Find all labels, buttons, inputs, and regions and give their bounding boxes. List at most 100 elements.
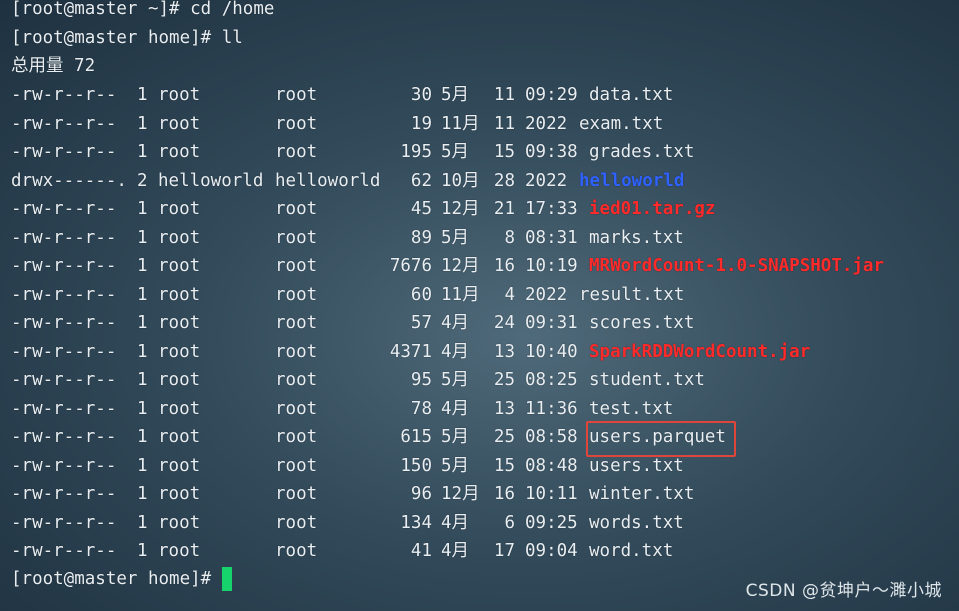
file-group: root [275,541,318,561]
terminal-window[interactable]: [root@master ~]# cd /home [root@master h… [0,0,959,611]
listing-row: -rw-r--r-- 1 root root 41 4月 17 09:04 word.txt [0,540,959,562]
file-name: grades.txt [589,142,695,162]
file-permissions: -rw-r--r-- [11,313,117,333]
file-permissions: -rw-r--r-- [11,256,117,276]
file-permissions: -rw-r--r-- [11,541,117,561]
file-day: 16 [493,484,515,504]
file-owner: root [158,313,201,333]
file-group: root [275,284,318,305]
link-count: 1 [137,512,148,533]
file-owner: root [158,398,201,419]
file-name: helloworld [579,170,685,191]
listing-row: -rw-r--r-- 1 root root 4371 4月 13 10:40 SparkRDD… [0,341,959,363]
listing-row: -rw-r--r-- 1 root root 95 5月 25 08:25 student.tx… [0,369,959,391]
file-permissions: drwx------. [11,170,127,191]
file-day: 11 [493,113,515,134]
file-size: 134 [400,512,432,533]
file-month: 11月 [441,113,480,134]
file-month: 5月 [441,370,470,390]
listing-row: -rw-r--r-- 1 root root 78 4月 13 11:36 test.txt [0,398,959,420]
listing-row: -rw-r--r-- 1 root root 30 5月 11 09:29 data.txt [0,84,959,106]
file-owner: root [158,427,201,447]
file-day: 6 [504,512,515,533]
file-month: 5月 [441,427,470,447]
file-group: root [275,427,318,447]
file-owner: root [158,284,201,305]
file-name: marks.txt [589,227,684,248]
file-day: 13 [493,398,515,419]
file-group: root [275,199,318,219]
file-permissions: -rw-r--r-- [11,370,117,390]
file-group: root [275,370,318,390]
link-count: 1 [137,341,148,362]
file-name: MRWordCount-1.0-SNAPSHOT.jar [589,256,885,276]
link-count: 1 [137,142,148,162]
file-time: 09:25 [525,512,578,533]
file-permissions: -rw-r--r-- [11,512,117,533]
file-size: 150 [400,455,432,476]
listing-row: -rw-r--r-- 1 root root 19 11月 11 2022 exam.txt [0,113,959,135]
file-month: 4月 [441,341,470,362]
file-month: 4月 [441,313,470,333]
file-name: data.txt [589,85,674,105]
link-count: 1 [137,541,148,561]
highlight-box [586,421,736,457]
file-month: 12月 [441,484,480,504]
file-owner: root [158,455,201,476]
file-group: root [275,398,318,419]
listing-row: -rw-r--r-- 1 root root 89 5月 8 08:31 marks.txt [0,227,959,249]
listing-row: -rw-r--r-- 1 root root 150 5月 15 08:48 users.txt [0,455,959,477]
file-time: 17:33 [525,199,578,219]
listing-row: -rw-r--r-- 1 root root 45 12月 21 17:33 ied01.tar… [0,198,959,220]
file-group: root [275,341,318,362]
file-month: 5月 [441,85,470,105]
file-time: 09:04 [525,541,578,561]
file-group: root [275,142,318,162]
file-owner: root [158,113,201,134]
total-line: 总用量 72 [11,56,96,76]
file-time: 08:48 [525,455,578,476]
file-month: 11月 [441,284,480,305]
file-permissions: -rw-r--r-- [11,341,117,362]
file-owner: root [158,370,201,390]
file-size: 89 [410,227,432,248]
link-count: 1 [137,370,148,390]
file-size: 95 [410,370,432,390]
file-day: 13 [493,341,515,362]
file-size: 4371 [389,341,432,362]
terminal-cursor[interactable] [222,567,232,591]
file-owner: root [158,142,201,162]
file-name: scores.txt [589,313,695,333]
current-prompt: [root@master home]# [11,569,222,589]
file-size: 57 [410,313,432,333]
file-owner: root [158,512,201,533]
link-count: 1 [137,199,148,219]
file-permissions: -rw-r--r-- [11,455,117,476]
file-day: 8 [504,227,515,248]
file-time: 11:36 [525,398,578,419]
file-day: 16 [493,256,515,276]
file-time: 08:25 [525,370,578,390]
file-month: 4月 [441,541,470,561]
file-name: ied01.tar.gz [589,199,716,219]
file-name: exam.txt [579,113,664,134]
file-month: 10月 [441,170,480,191]
file-group: root [275,227,318,248]
listing-row: -rw-r--r-- 1 root root 60 11月 4 2022 result.txt [0,284,959,306]
file-month: 5月 [441,455,470,476]
file-time: 2022 [525,170,568,191]
file-owner: root [158,199,201,219]
file-size: 7676 [389,256,432,276]
file-day: 21 [493,199,515,219]
file-month: 12月 [441,256,480,276]
file-time: 09:38 [525,142,578,162]
file-month: 12月 [441,199,480,219]
file-permissions: -rw-r--r-- [11,427,117,447]
watermark: CSDN @贫坤户～濉小城 [745,581,942,601]
file-day: 25 [493,370,515,390]
listing-row: -rw-r--r-- 1 root root 96 12月 16 10:11 winter.tx… [0,483,959,505]
command-line-ll: [root@master home]# ll [11,28,243,48]
link-count: 2 [137,170,148,191]
file-month: 4月 [441,512,470,533]
file-time: 10:11 [525,484,578,504]
